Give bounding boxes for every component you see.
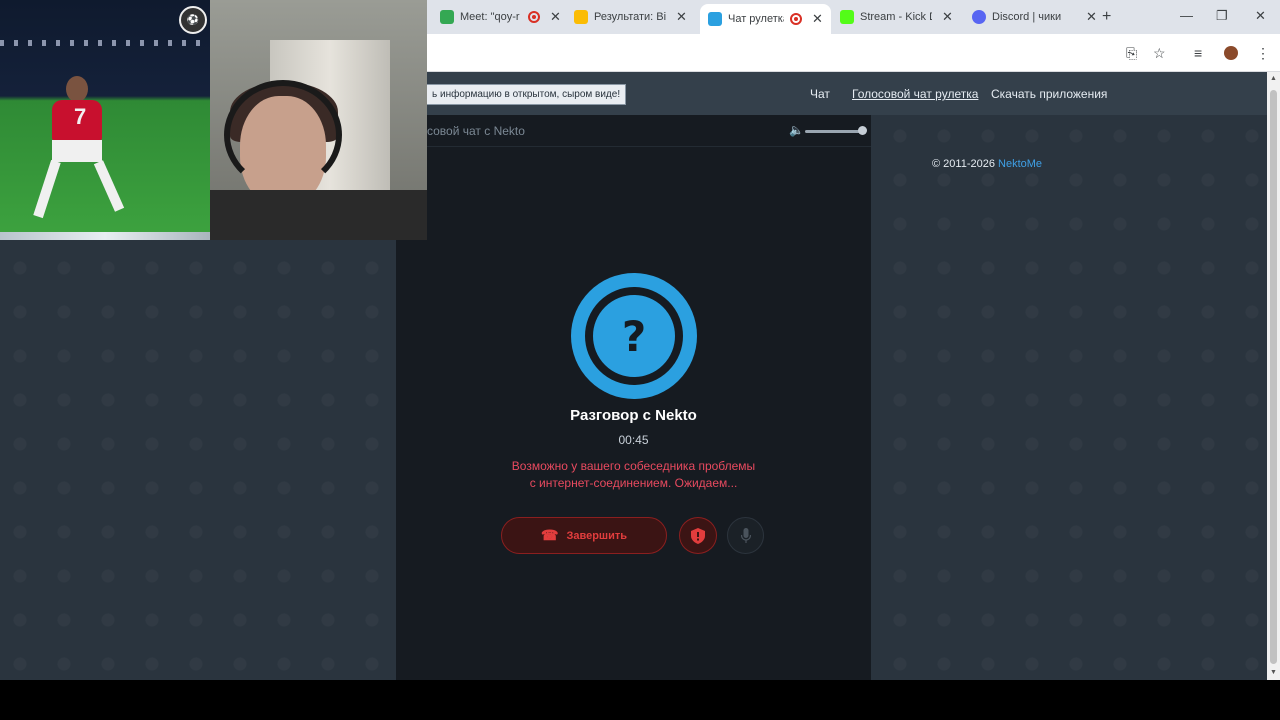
tab-title: Stream - Kick De [860, 11, 932, 23]
conversation-title: Разговор с Nekto [570, 407, 697, 424]
person-shirt [210, 190, 427, 240]
tab-kick-stream[interactable]: Stream - Kick De ✕ [840, 6, 953, 28]
scroll-down-icon[interactable]: ▼ [1270, 669, 1277, 676]
nav-download-link[interactable]: Скачать приложения [991, 87, 1107, 101]
notice-banner: ь информацию в открытом, сыром виде! [426, 84, 627, 105]
nav-chat-link[interactable]: Чат [810, 87, 830, 101]
hang-up-phone-icon: ☎ [541, 527, 559, 543]
partner-avatar: ? [571, 273, 697, 399]
webcam-video-overlay [210, 0, 427, 240]
end-call-button[interactable]: ☎ Завершить [501, 517, 667, 554]
report-button[interactable] [679, 517, 717, 554]
install-app-icon[interactable]: ⎘ [1126, 45, 1137, 62]
bookmark-star-icon[interactable]: ☆ [1153, 45, 1166, 62]
close-tab-icon[interactable]: ✕ [550, 9, 561, 25]
player-leg [93, 160, 125, 212]
media-control-icon[interactable]: ≡ [1194, 45, 1202, 61]
menu-dots-icon[interactable]: ⋮ [1256, 45, 1270, 62]
meet-icon [440, 10, 454, 24]
player-shorts [52, 140, 102, 162]
video-divider [0, 232, 210, 240]
headset-icon [224, 80, 342, 190]
recording-icon [528, 11, 540, 23]
volume-icon[interactable]: 🔈 [789, 123, 804, 137]
nektome-link[interactable]: NektoMe [998, 158, 1042, 170]
screen-bottom-bar [0, 680, 1280, 720]
minimize-button[interactable]: — [1180, 8, 1193, 23]
kick-icon [840, 10, 854, 24]
club-crest-icon: ⚽ [179, 6, 207, 34]
tab-title: Чат рулетка [728, 13, 784, 25]
copyright: © 2011-2026 NektoMe [932, 158, 1042, 170]
warning-line-1: Возможно у вашего собеседника проблемы [511, 459, 756, 473]
tab-chat-roulette[interactable]: Чат рулетка ✕ [700, 4, 831, 34]
profile-avatar[interactable] [1224, 46, 1238, 60]
player-head [66, 76, 88, 102]
panel-title: совой чат с Nekto [427, 124, 525, 138]
jersey-number: 7 [74, 104, 87, 129]
tab-meet[interactable]: Meet: "qoy-r ✕ [440, 6, 561, 28]
close-tab-icon[interactable]: ✕ [676, 9, 687, 25]
results-icon [574, 10, 588, 24]
microphone-button[interactable] [727, 517, 764, 554]
volume-slider-handle[interactable] [858, 126, 867, 135]
scrollbar-thumb[interactable] [1270, 90, 1277, 664]
tab-title: Discord | чики [992, 11, 1062, 23]
panel-header: совой чат с Nekto 🔈 [396, 115, 871, 147]
connection-warning: Возможно у вашего собеседника проблемы с… [396, 458, 871, 492]
stadium-lights [0, 40, 210, 46]
copyright-text: © 2011-2026 [932, 158, 999, 170]
restore-button[interactable]: ❐ [1216, 8, 1228, 24]
close-tab-icon[interactable]: ✕ [942, 9, 953, 25]
discord-icon [972, 10, 986, 24]
warning-line-2: с интернет-соединением. Ожидаем... [529, 476, 738, 490]
close-window-button[interactable]: ✕ [1255, 8, 1266, 24]
player-leg [33, 159, 61, 219]
voice-chat-panel: совой чат с Nekto 🔈 ? Разговор с Nekto 0… [396, 115, 871, 680]
nekto-icon [708, 12, 722, 26]
tab-results[interactable]: Результати: Від ✕ [574, 6, 687, 28]
call-timer: 00:45 [618, 433, 649, 447]
recording-icon [790, 13, 802, 25]
microphone-icon [740, 527, 751, 543]
close-tab-icon[interactable]: ✕ [1086, 9, 1097, 25]
volume-slider[interactable] [805, 130, 862, 133]
new-tab-button[interactable]: + [1102, 8, 1111, 26]
question-mark-icon: ? [621, 311, 647, 361]
football-video-overlay: 7 ⚽ [0, 0, 210, 240]
tab-title: Результати: Від [594, 11, 666, 23]
nav-voice-roulette-link[interactable]: Голосовой чат рулетка [852, 87, 978, 101]
close-tab-icon[interactable]: ✕ [812, 11, 823, 27]
page-scrollbar[interactable]: ▲ ▼ [1267, 72, 1280, 680]
shield-icon [691, 527, 705, 544]
tab-title: Meet: "qoy-r [460, 11, 520, 23]
end-call-label: Завершить [566, 529, 627, 542]
scroll-up-icon[interactable]: ▲ [1270, 75, 1277, 82]
tab-discord[interactable]: Discord | чики ✕ [972, 6, 1097, 28]
